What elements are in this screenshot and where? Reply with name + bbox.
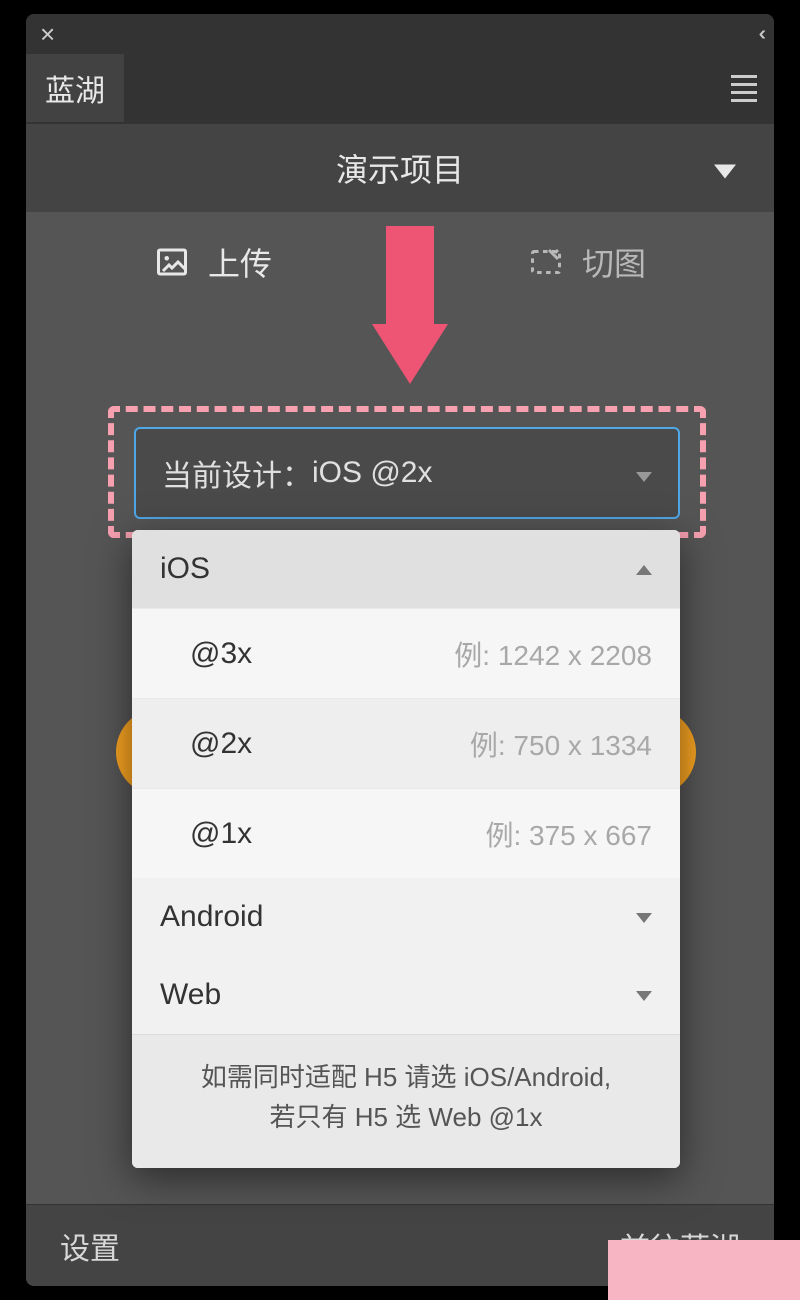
dropdown-item-1x[interactable]: @1x 例: 375 x 667 [132, 788, 680, 878]
dropdown-section-ios[interactable]: iOS [132, 530, 680, 608]
current-design-dropdown[interactable]: 当前设计： iOS @2x [134, 427, 680, 519]
chevron-down-icon [636, 984, 652, 1007]
image-icon [154, 244, 190, 280]
item-example: 例: 1242 x 2208 [454, 634, 652, 674]
section-label: Web [160, 978, 221, 1012]
section-label: iOS [160, 552, 210, 586]
project-label: 演示项目 [336, 145, 464, 191]
tab-spacer [124, 54, 714, 122]
dropdown-item-3x[interactable]: @3x 例: 1242 x 2208 [132, 608, 680, 698]
hint-line-1: 如需同时适配 H5 请选 iOS/Android, [160, 1057, 652, 1097]
plugin-panel: × ‹‹ 蓝湖 演示项目 上传 [26, 14, 774, 1286]
menu-icon[interactable] [714, 54, 774, 122]
tab-slice[interactable]: 切图 [400, 212, 774, 312]
section-label: Android [160, 900, 263, 934]
watermark-overlay [608, 1240, 800, 1300]
annotation-arrow-icon [372, 226, 448, 396]
project-selector[interactable]: 演示项目 [26, 124, 774, 212]
content: 当前设计： iOS @2x iOS @3x 例: 1242 x 2208 @2x… [26, 312, 774, 1272]
item-label: @1x [190, 817, 252, 851]
chevron-down-icon [636, 906, 652, 929]
item-label: @2x [190, 727, 252, 761]
settings-link[interactable]: 设置 [60, 1224, 120, 1268]
titlebar: × ‹‹ [26, 14, 774, 54]
slice-icon [528, 244, 564, 280]
collapse-icon[interactable]: ‹‹ [759, 23, 760, 46]
item-example: 例: 750 x 1334 [470, 724, 652, 764]
hamburger-icon [731, 75, 757, 102]
tab-upload[interactable]: 上传 [26, 212, 400, 312]
dropdown-section-web[interactable]: Web [132, 956, 680, 1034]
chevron-down-icon [714, 150, 736, 187]
tab-row: 蓝湖 [26, 54, 774, 122]
dropdown-hint: 如需同时适配 H5 请选 iOS/Android, 若只有 H5 选 Web @… [132, 1034, 680, 1168]
hint-line-2: 若只有 H5 选 Web @1x [160, 1097, 652, 1137]
item-label: @3x [190, 637, 252, 671]
dropdown-section-android[interactable]: Android [132, 878, 680, 956]
upload-label: 上传 [208, 239, 272, 285]
tab-label: 蓝湖 [45, 66, 105, 110]
chevron-down-icon [636, 456, 652, 490]
dropdown-item-2x[interactable]: @2x 例: 750 x 1334 [132, 698, 680, 788]
design-value: iOS @2x [312, 456, 432, 490]
item-example: 例: 375 x 667 [485, 814, 652, 854]
close-icon[interactable]: × [40, 19, 55, 50]
slice-label: 切图 [582, 239, 646, 285]
tab-lanhu[interactable]: 蓝湖 [26, 54, 124, 122]
design-dropdown-list: iOS @3x 例: 1242 x 2208 @2x 例: 750 x 1334… [132, 530, 680, 1168]
chevron-up-icon [636, 558, 652, 581]
design-prefix: 当前设计： [162, 451, 312, 495]
